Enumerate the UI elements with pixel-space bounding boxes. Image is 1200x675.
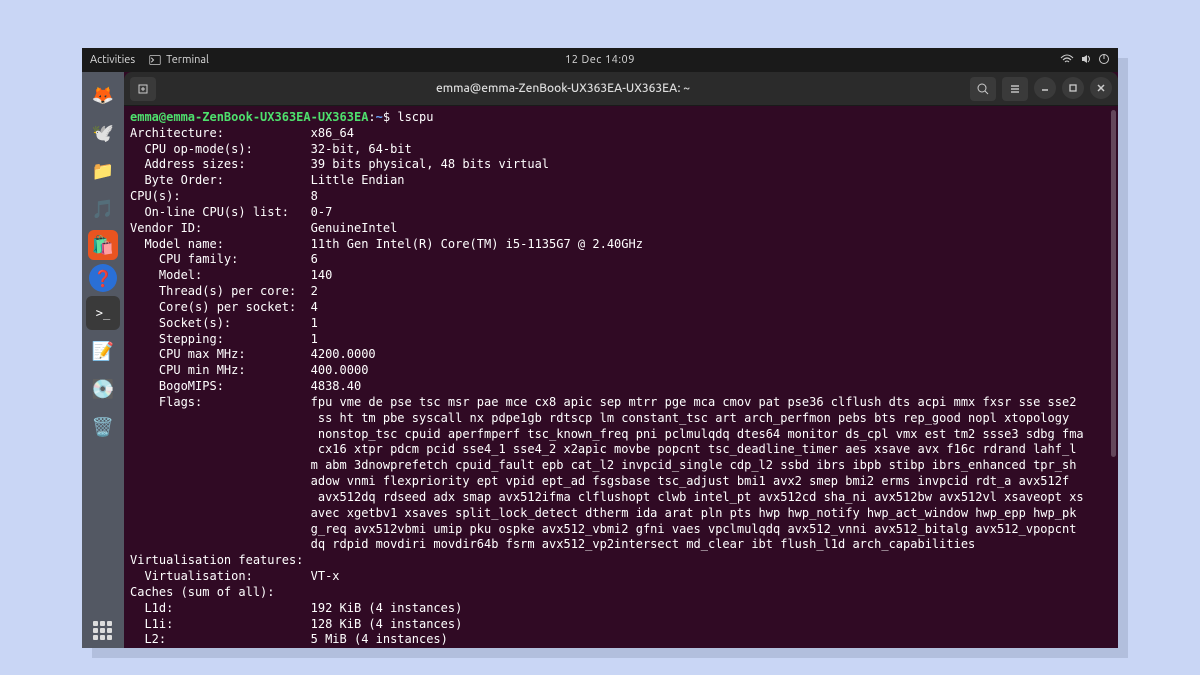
minimize-button[interactable] [1034,77,1056,99]
hamburger-menu-button[interactable] [1002,77,1028,101]
help-icon[interactable]: ❓ [89,264,117,292]
maximize-button[interactable] [1062,77,1084,99]
terminal-small-icon [149,54,161,66]
firefox-icon[interactable]: 🦊 [86,78,120,112]
terminal-content[interactable]: emma@emma-ZenBook-UX363EA-UX363EA:~$ lsc… [124,106,1118,648]
prompt-user-host: emma@emma-ZenBook-UX363EA-UX363EA [130,110,368,124]
search-button[interactable] [970,77,996,101]
files-icon[interactable]: 📁 [86,154,120,188]
topbar-clock[interactable]: 12 Dec 14:09 [565,54,635,66]
topbar-app-menu[interactable]: Terminal [149,54,209,66]
topbar-app-name: Terminal [166,54,209,66]
scrollbar[interactable] [1111,110,1116,457]
prompt-path: ~ [376,110,383,124]
network-icon[interactable] [1060,54,1074,67]
activities-button[interactable]: Activities [90,54,135,66]
new-tab-button[interactable] [130,77,156,101]
terminal-icon[interactable]: >_ [86,296,120,330]
show-apps-button[interactable] [86,614,120,648]
software-icon[interactable]: 🛍️ [88,230,118,260]
rhythmbox-icon[interactable]: 🎵 [86,192,120,226]
command: lscpu [397,110,433,124]
disk-icon[interactable]: 💽 [86,372,120,406]
dock: 🦊 🕊️ 📁 🎵 🛍️ ❓ >_ 📝 💽 🗑️ [82,72,124,648]
trash-icon[interactable]: 🗑️ [86,410,120,444]
gnome-top-bar: Activities Terminal 12 Dec 14:09 [82,48,1118,72]
text-editor-icon[interactable]: 📝 [86,334,120,368]
volume-icon[interactable] [1080,53,1092,68]
thunderbird-icon[interactable]: 🕊️ [86,116,120,150]
window-title: emma@emma-ZenBook-UX363EA-UX363EA: ~ [162,82,964,95]
power-icon[interactable] [1098,53,1110,68]
close-button[interactable] [1090,77,1112,99]
window-titlebar: emma@emma-ZenBook-UX363EA-UX363EA: ~ [124,72,1118,106]
